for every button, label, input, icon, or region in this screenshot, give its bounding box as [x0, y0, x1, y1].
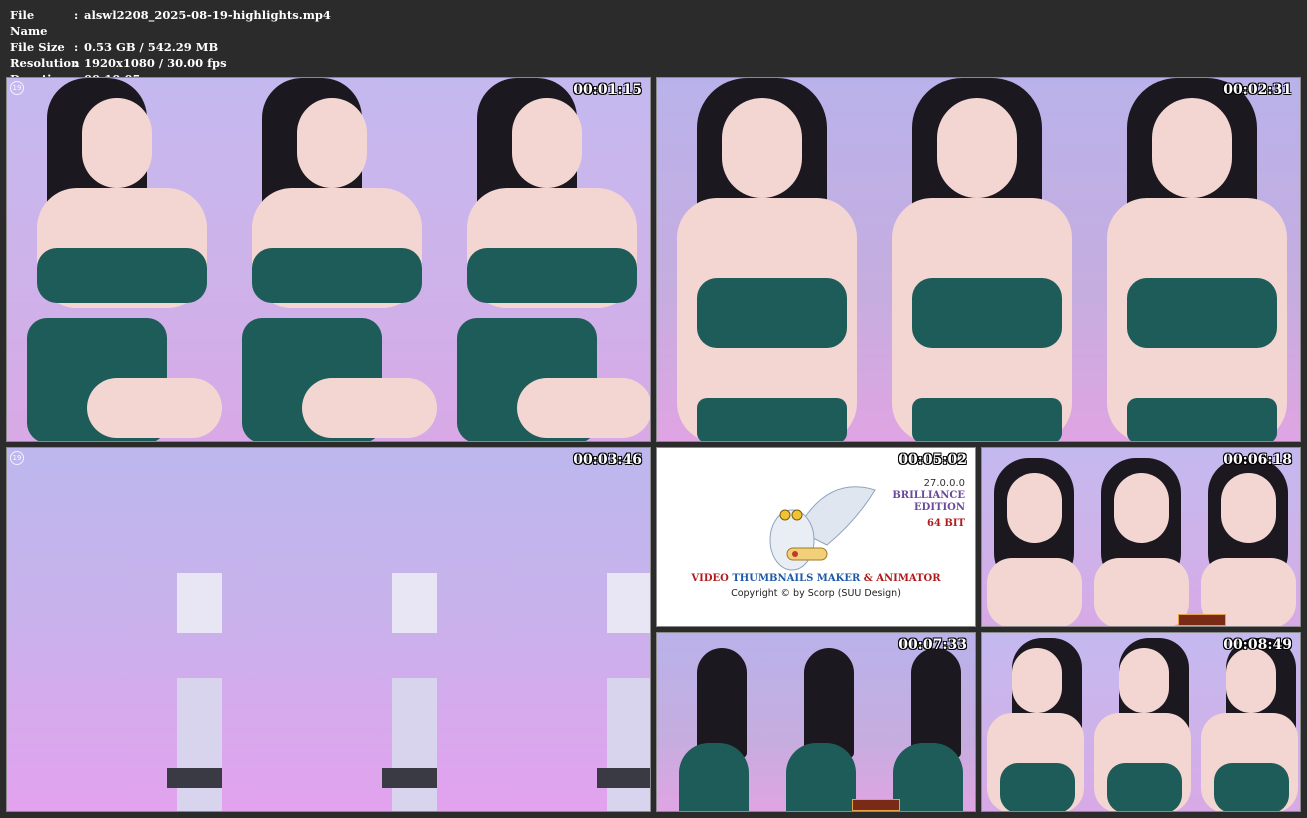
logo-copyright: Copyright © by Scorp (SUU Design) — [731, 588, 901, 599]
file-name-row: File Name : alswl2208_2025-08-19-highlig… — [10, 7, 331, 39]
resolution-value: 1920x1080 / 30.00 fps — [84, 56, 227, 70]
owl-logo-icon — [769, 486, 876, 571]
video-frame — [1196, 448, 1300, 626]
video-frame — [657, 633, 764, 811]
thumbnail-5[interactable]: 00:06:18 — [981, 447, 1301, 627]
age-rating-badge: 19 — [10, 451, 24, 465]
thumbnail-2[interactable]: 00:02:31 — [656, 77, 1301, 442]
logo-title-part2: THUMBNAILS MAKER — [732, 573, 861, 584]
video-frame — [872, 78, 1087, 441]
timestamp: 00:06:18 — [1223, 452, 1292, 468]
stream-overlay-badge — [1178, 614, 1226, 626]
resolution-row: Resolution : 1920x1080 / 30.00 fps — [10, 55, 331, 71]
video-frame — [871, 633, 975, 811]
video-frame — [437, 78, 650, 441]
video-frame — [657, 78, 872, 441]
logo-edition-line2: EDITION — [914, 502, 965, 513]
video-frame — [222, 448, 437, 811]
logo-title-part3: & ANIMATOR — [860, 573, 941, 584]
logo-version: 27.0.0.0 — [923, 478, 965, 489]
timestamp: 00:03:46 — [573, 452, 642, 468]
thumbnail-3[interactable]: 19 00:03:46 — [6, 447, 651, 812]
timestamp: 00:07:33 — [898, 637, 967, 653]
file-size-row: File Size : 0.53 GB / 542.29 MB — [10, 39, 331, 55]
video-frame — [7, 78, 222, 441]
file-size-value: 0.53 GB / 542.29 MB — [84, 40, 219, 54]
video-frame — [1089, 448, 1196, 626]
thumbnail-7[interactable]: 00:08:49 — [981, 632, 1301, 812]
timestamp: 00:02:31 — [1223, 82, 1292, 98]
thumbnail-1[interactable]: 19 00:01:15 — [6, 77, 651, 442]
age-rating-badge: 19 — [10, 81, 24, 95]
video-frame — [1196, 633, 1300, 811]
meta-label: Resolution — [10, 56, 80, 70]
video-frame — [982, 633, 1089, 811]
timestamp: 00:01:15 — [573, 82, 642, 98]
meta-label: File Name — [10, 8, 48, 38]
stream-overlay-badge — [852, 799, 900, 811]
meta-separator: : — [74, 8, 79, 22]
thumbnail-6[interactable]: 00:07:33 — [656, 632, 976, 812]
meta-separator: : — [74, 56, 79, 70]
video-frame — [1087, 78, 1300, 441]
meta-separator: : — [74, 40, 79, 54]
file-info-header: File Name : alswl2208_2025-08-19-highlig… — [10, 7, 331, 87]
video-frame — [437, 448, 650, 811]
video-frame — [7, 448, 222, 811]
timestamp: 00:05:02 — [898, 452, 967, 468]
thumbnail-4-logo[interactable]: 27.0.0.0 BRILLIANCE EDITION 64 BIT VIDEO… — [656, 447, 976, 627]
logo-edition: BRILLIANCE EDITION — [885, 490, 965, 514]
logo-title-part1: VIDEO — [691, 573, 733, 584]
video-frame — [1089, 633, 1196, 811]
logo-bits: 64 BIT — [927, 518, 965, 529]
meta-label: File Size — [10, 40, 65, 54]
file-name-value: alswl2208_2025-08-19-highlights.mp4 — [84, 8, 331, 22]
video-frame — [982, 448, 1089, 626]
video-frame — [222, 78, 437, 441]
logo-edition-line1: BRILLIANCE — [892, 490, 965, 501]
logo-title: VIDEO THUMBNAILS MAKER & ANIMATOR — [657, 573, 975, 584]
video-frame — [764, 633, 871, 811]
timestamp: 00:08:49 — [1223, 637, 1292, 653]
